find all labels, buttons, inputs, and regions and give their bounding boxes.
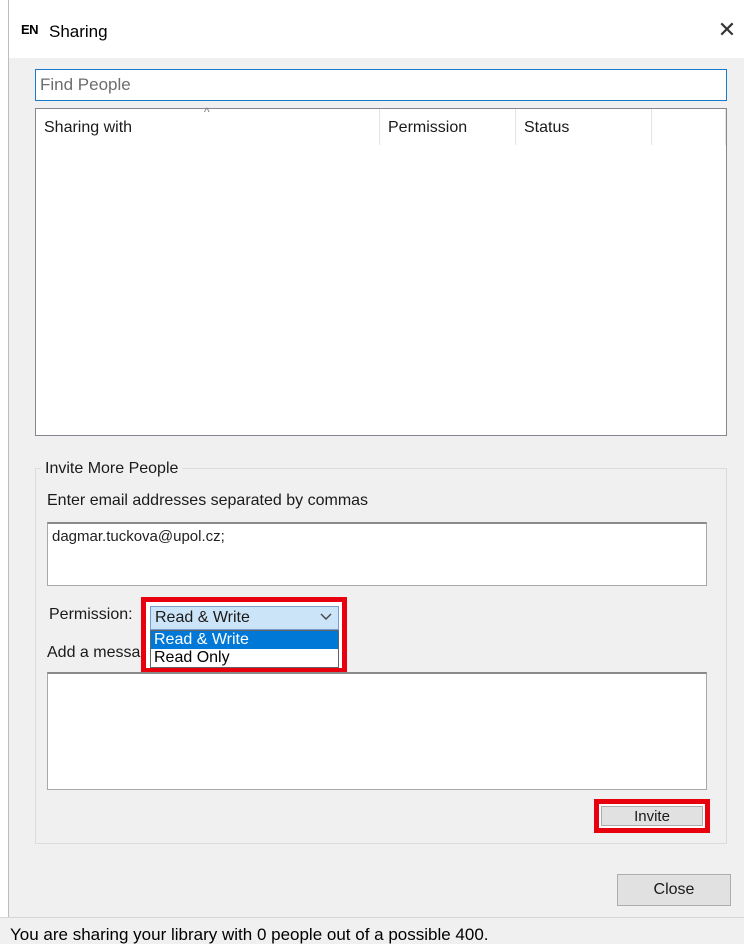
status-text: You are sharing your library with 0 peop… (10, 925, 489, 944)
permission-dropdown-list: Read & Write Read Only (150, 630, 339, 668)
message-label: Add a messa (47, 644, 141, 661)
sharing-list[interactable]: Sharing with ^ Permission Status (35, 105, 727, 436)
status-bar: You are sharing your library with 0 peop… (0, 917, 744, 944)
option-read-write[interactable]: Read & Write (151, 631, 338, 649)
find-people-input[interactable] (35, 69, 727, 101)
email-label: Enter email addresses separated by comma… (47, 492, 369, 509)
message-field[interactable] (47, 672, 707, 790)
column-label: Sharing with (44, 119, 133, 136)
column-label: Status (524, 119, 570, 136)
invite-button[interactable]: Invite (601, 806, 703, 826)
permission-select[interactable]: Read & Write (150, 606, 339, 630)
invite-group-label: Invite More People (41, 460, 183, 478)
column-sharing-with[interactable]: Sharing with ^ (36, 105, 380, 145)
list-header: Sharing with ^ Permission Status (36, 105, 726, 145)
sort-up-icon: ^ (204, 105, 210, 119)
chevron-down-icon (320, 609, 332, 626)
column-extra[interactable] (652, 109, 726, 145)
app-icon: EN (21, 22, 39, 37)
title-bar: EN Sharing ✕ (9, 0, 744, 58)
permission-selected-value: Read & Write (155, 609, 250, 626)
email-field[interactable] (47, 522, 707, 586)
permission-label: Permission: (49, 606, 133, 623)
option-read-only[interactable]: Read Only (151, 649, 338, 667)
close-icon[interactable]: ✕ (715, 18, 739, 42)
column-permission[interactable]: Permission (380, 109, 516, 145)
invite-button-highlight: Invite (594, 799, 710, 833)
close-button[interactable]: Close (617, 874, 731, 906)
sharing-dialog: EN Sharing ✕ Sharing with ^ Permission S… (8, 0, 744, 944)
column-status[interactable]: Status (516, 109, 652, 145)
column-label: Permission (388, 119, 468, 136)
window-title: Sharing (49, 22, 108, 41)
permission-select-highlight: Read & Write Read & Write Read Only (141, 597, 347, 673)
